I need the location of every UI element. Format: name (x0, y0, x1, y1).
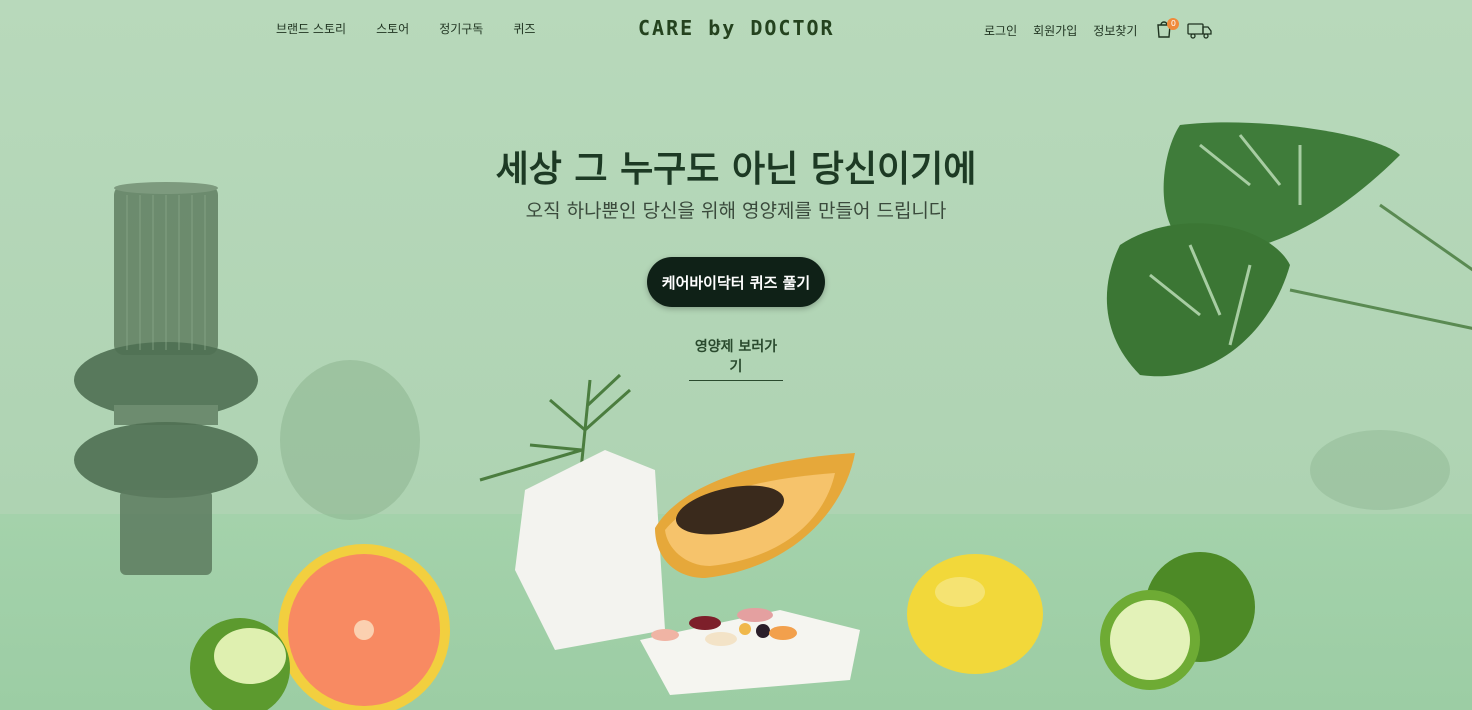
lime-right-image (1100, 552, 1255, 690)
nav-store[interactable]: 스토어 (376, 20, 409, 37)
find-info-link[interactable]: 정보찾기 (1093, 22, 1137, 39)
nav-quiz[interactable]: 퀴즈 (513, 20, 535, 37)
supplement-pills-image (651, 608, 797, 646)
login-link[interactable]: 로그인 (984, 22, 1017, 39)
brand-logo[interactable]: CARE by DOCTOR (638, 16, 835, 40)
hero-banner: 브랜드 스토리 스토어 정기구독 퀴즈 CARE by DOCTOR 로그인 회… (0, 0, 1472, 710)
cart-count-badge: 0 (1167, 18, 1180, 30)
user-menu: 로그인 회원가입 정보찾기 0 (984, 18, 1213, 40)
papaya-image (655, 453, 855, 578)
quiz-cta-button[interactable]: 케어바이닥터 퀴즈 풀기 (647, 257, 825, 307)
lime-left-image (190, 618, 290, 710)
nav-brand-story[interactable]: 브랜드 스토리 (276, 20, 346, 37)
lemon-image (907, 554, 1043, 674)
signup-link[interactable]: 회원가입 (1033, 22, 1077, 39)
hero-subline: 오직 하나뿐인 당신을 위해 영양제를 만들어 드립니다 (525, 200, 947, 222)
nav-subscription[interactable]: 정기구독 (439, 20, 483, 37)
main-menu: 브랜드 스토리 스토어 정기구독 퀴즈 (276, 20, 565, 37)
top-navigation: 브랜드 스토리 스토어 정기구독 퀴즈 CARE by DOCTOR 로그인 회… (0, 0, 1472, 58)
delivery-truck-icon[interactable] (1187, 21, 1213, 39)
cart-button[interactable]: 0 (1155, 18, 1180, 40)
glass-vase-image (74, 182, 258, 575)
hero-headline: 세상 그 누구도 아닌 당신이기에 (495, 149, 977, 190)
view-supplements-link[interactable]: 영양제 보러가기 (689, 336, 783, 381)
grapefruit-image (278, 544, 450, 710)
